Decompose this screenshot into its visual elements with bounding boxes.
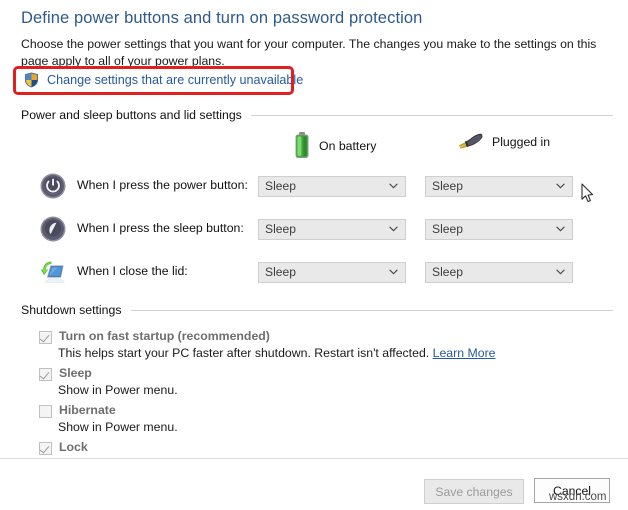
power-plug-icon (459, 133, 483, 149)
checkbox-label-hibernate: Hibernate (59, 403, 116, 417)
combo-value: Sleep (265, 265, 296, 279)
change-settings-link-row[interactable]: Change settings that are currently unava… (24, 72, 303, 88)
sleep-button-icon (40, 216, 66, 242)
setting-row-close-lid: When I close the lid: Sleep Sleep (0, 258, 628, 288)
chevron-down-icon (556, 226, 565, 232)
combo-value: Sleep (432, 222, 463, 236)
combo-power-button-plugged-in[interactable]: Sleep (425, 176, 573, 197)
checkbox-fast-startup[interactable] (39, 331, 52, 344)
checkbox-row-fast-startup[interactable]: Turn on fast startup (recommended) (39, 329, 270, 344)
chevron-down-icon (389, 269, 398, 275)
watermark: wsxdn.com (549, 491, 607, 503)
power-button-icon (40, 173, 66, 199)
change-settings-link[interactable]: Change settings that are currently unava… (47, 73, 303, 87)
section-divider (250, 114, 613, 116)
combo-close-lid-on-battery[interactable]: Sleep (258, 262, 406, 283)
combo-value: Sleep (265, 222, 296, 236)
checkbox-description-fast-startup: This helps start your PC faster after sh… (58, 346, 496, 360)
column-header-plugged-in: Plugged in (456, 132, 550, 152)
checkbox-lock[interactable] (39, 442, 52, 455)
footer-divider (0, 458, 628, 459)
checkbox-hibernate[interactable] (39, 405, 52, 418)
power-section-header: Power and sleep buttons and lid settings (21, 108, 613, 122)
combo-power-button-on-battery[interactable]: Sleep (258, 176, 406, 197)
power-section-header-label: Power and sleep buttons and lid settings (21, 108, 242, 122)
chevron-down-icon (556, 183, 565, 189)
checkbox-label-sleep: Sleep (59, 366, 92, 380)
checkbox-row-lock[interactable]: Lock (39, 440, 88, 455)
column-header-plugged-in-label: Plugged in (492, 135, 551, 149)
page-title: Define power buttons and turn on passwor… (21, 9, 423, 27)
checkbox-row-sleep[interactable]: Sleep (39, 366, 92, 381)
column-header-on-battery: On battery (293, 132, 376, 159)
learn-more-link[interactable]: Learn More (433, 346, 496, 360)
setting-row-sleep-button: When I press the sleep button: Sleep Sle… (0, 215, 628, 245)
checkbox-description-sleep: Show in Power menu. (58, 383, 178, 397)
battery-icon (295, 132, 309, 158)
chevron-down-icon (556, 269, 565, 275)
combo-close-lid-plugged-in[interactable]: Sleep (425, 262, 573, 283)
setting-row-power-button: When I press the power button: Sleep Sle… (0, 172, 628, 202)
combo-sleep-button-on-battery[interactable]: Sleep (258, 219, 406, 240)
checkbox-description-hibernate: Show in Power menu. (58, 420, 178, 434)
save-changes-button[interactable]: Save changes (424, 479, 524, 504)
fast-startup-description-text: This helps start your PC faster after sh… (58, 346, 430, 360)
column-header-on-battery-label: On battery (319, 138, 377, 153)
laptop-lid-icon (40, 261, 65, 283)
chevron-down-icon (389, 226, 398, 232)
shutdown-section-header-label: Shutdown settings (21, 303, 122, 317)
combo-sleep-button-plugged-in[interactable]: Sleep (425, 219, 573, 240)
checkbox-row-hibernate[interactable]: Hibernate (39, 403, 116, 418)
shield-icon (24, 72, 39, 88)
setting-label-power-button: When I press the power button: (77, 178, 248, 192)
checkbox-sleep[interactable] (39, 368, 52, 381)
section-divider (130, 309, 613, 311)
combo-value: Sleep (432, 265, 463, 279)
combo-value: Sleep (265, 179, 296, 193)
page-description: Choose the power settings that you want … (21, 37, 597, 68)
shutdown-section-header: Shutdown settings (21, 303, 613, 317)
combo-value: Sleep (432, 179, 463, 193)
checkbox-label-lock: Lock (59, 440, 88, 454)
checkbox-label-fast-startup: Turn on fast startup (recommended) (59, 329, 270, 343)
setting-label-close-lid: When I close the lid: (77, 264, 188, 278)
settings-content-pane: Define power buttons and turn on passwor… (0, 0, 628, 458)
chevron-down-icon (389, 183, 398, 189)
setting-label-sleep-button: When I press the sleep button: (77, 221, 244, 235)
